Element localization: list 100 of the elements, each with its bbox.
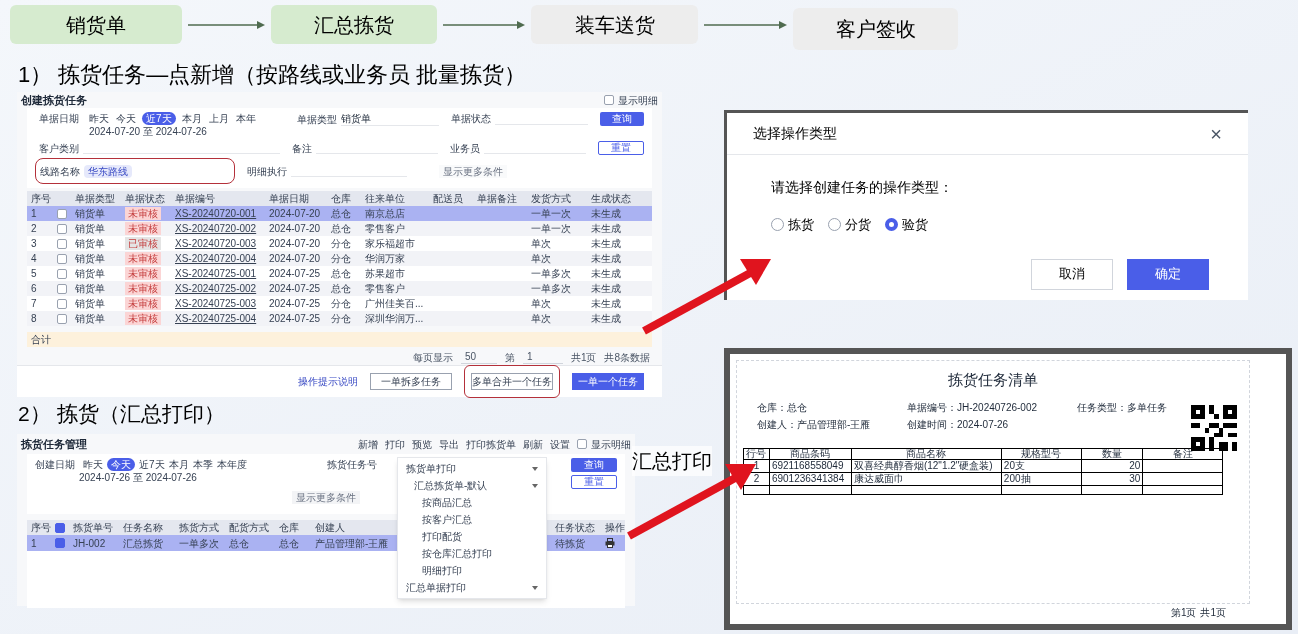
date-range-tab[interactable]: 今天 [107, 458, 135, 471]
checkbox[interactable] [57, 298, 67, 309]
radio-button[interactable] [885, 218, 898, 232]
table-row[interactable]: 4 销货单 未审核 XS-20240720-004 2024-07-20 分仓 华润万家 单次 未生成 [27, 251, 652, 266]
dialog-prompt: 请选择创建任务的操作类型： [770, 178, 954, 197]
column-header: 配货方式 [228, 521, 270, 534]
status-tag: 未审核 [125, 222, 161, 235]
document-link[interactable]: XS-20240725-004 [175, 312, 257, 325]
date-range-tab[interactable]: 本年 [234, 112, 257, 125]
help-link[interactable]: 操作提示说明 [298, 375, 358, 388]
pagination-label: 共1页 [570, 350, 597, 364]
task-button[interactable]: 多单合并一个任务 [471, 373, 553, 390]
checkbox[interactable] [57, 283, 67, 294]
radio-option[interactable]: 分货 [828, 215, 871, 235]
more-conditions-link[interactable]: 显示更多条件 [292, 491, 360, 504]
checkbox[interactable] [57, 208, 67, 219]
toolbar-button[interactable]: 刷新 [523, 437, 543, 451]
document-link[interactable]: XS-20240720-004 [175, 252, 257, 265]
menu-item[interactable]: 按客户汇总 [398, 511, 546, 528]
date-range-tab[interactable]: 本季 [192, 458, 213, 471]
date-range-tab[interactable]: 昨天 [88, 112, 110, 125]
date-range-tab[interactable]: 上月 [207, 112, 230, 125]
page-input[interactable]: 1 [522, 350, 563, 364]
radio-option[interactable]: 拣货 [771, 215, 814, 235]
toolbar-button[interactable]: 打印拣货单 [466, 437, 516, 451]
menu-item[interactable]: 按商品汇总 [398, 494, 546, 511]
checkbox[interactable] [57, 223, 67, 234]
confirm-button[interactable]: 确定 [1127, 258, 1209, 290]
radio-button[interactable] [828, 218, 841, 232]
document-field: 创建人：产品管理部-王雁 [757, 416, 907, 432]
checkbox-label: 显示明细 [618, 93, 658, 107]
more-conditions-link[interactable]: 显示更多条件 [439, 164, 507, 178]
column-header: 生成状态 [590, 192, 632, 205]
toolbar-button[interactable]: 设置 [550, 437, 570, 451]
date-range-tab[interactable]: 今天 [115, 112, 137, 125]
table-cell: 200抽 [1003, 472, 1031, 484]
checkbox[interactable] [577, 439, 587, 449]
column-header: 序号 [30, 521, 51, 534]
table-cell: 零售客户 [365, 282, 405, 295]
table-cell: 20支 [1003, 459, 1025, 471]
toolbar-button[interactable]: 新增 [358, 437, 378, 451]
reset-button[interactable]: 重置 [571, 475, 617, 489]
checkbox[interactable] [57, 238, 67, 249]
table-row[interactable]: 1 销货单 未审核 XS-20240720-001 2024-07-20 总仓 南京总店 一单一次 未生成 [27, 206, 652, 221]
date-range-tab[interactable]: 本月 [180, 112, 203, 125]
menu-item[interactable]: 汇总单据打印 [398, 579, 546, 596]
flow-step: 销货单 [10, 5, 182, 44]
document-link[interactable]: XS-20240725-001 [175, 267, 257, 280]
query-button[interactable]: 查询 [571, 458, 617, 472]
menu-item[interactable]: 汇总拣货单-默认 [398, 477, 546, 494]
reset-button[interactable]: 重置 [598, 141, 644, 155]
date-range-tab[interactable]: 近7天 [142, 112, 176, 125]
radio-option[interactable]: 验货 [885, 215, 928, 235]
toolbar-button[interactable]: 打印 [385, 437, 405, 451]
menu-item[interactable]: 拣货单打印 [398, 460, 546, 477]
task-button[interactable]: 一单拆多任务 [370, 373, 452, 390]
radio-button[interactable] [771, 218, 784, 232]
document-link[interactable]: XS-20240720-003 [175, 237, 257, 250]
status-tag: 已审核 [125, 237, 161, 250]
page-number: 第1页 [1170, 606, 1197, 620]
select-field[interactable]: 销货单 [341, 112, 440, 126]
table-cell: 未生成 [591, 222, 621, 235]
page-size-select[interactable]: 50 [460, 350, 497, 364]
table-row[interactable]: 5 销货单 未审核 XS-20240725-001 2024-07-25 总仓 苏果超市 一单多次 未生成 [27, 266, 652, 281]
column-header: 单据日期 [268, 192, 310, 205]
checkbox-label: 显示明细 [591, 437, 631, 451]
table-row[interactable]: 3 销货单 已审核 XS-20240720-003 2024-07-20 分仓 家乐福超市 单次 未生成 [27, 236, 652, 251]
close-icon[interactable]: × [1210, 118, 1222, 149]
checkbox[interactable] [55, 538, 65, 548]
menu-item[interactable]: 明细打印 [398, 562, 546, 579]
table-cell: 一单多次 [531, 267, 571, 280]
table-row[interactable]: 8 销货单 未审核 XS-20240725-004 2024-07-25 分仓 深圳华润万... 单次 未生成 [27, 311, 652, 326]
checkbox[interactable] [57, 253, 67, 264]
cancel-button[interactable]: 取消 [1031, 258, 1113, 290]
query-button[interactable]: 查询 [600, 112, 644, 126]
route-tag[interactable]: 华东路线 [84, 164, 132, 178]
table-cell: 单次 [531, 312, 551, 325]
date-range-tab[interactable]: 本月 [168, 458, 189, 471]
date-range-tab[interactable]: 本年度 [216, 458, 247, 471]
checkbox[interactable] [57, 313, 67, 324]
date-range-value: 2024-07-26 至 2024-07-26 [79, 471, 198, 484]
table-row[interactable]: 7 销货单 未审核 XS-20240725-003 2024-07-25 分仓 广州佳美百... 单次 未生成 [27, 296, 652, 311]
checkbox[interactable] [57, 268, 67, 279]
date-range-tab[interactable]: 近7天 [139, 458, 165, 471]
table-cell: 一单多次 [531, 282, 571, 295]
toolbar-button[interactable]: 导出 [439, 437, 459, 451]
field-label: 业务员 [449, 141, 480, 155]
table-cell: 2 [31, 222, 37, 235]
checkbox[interactable] [604, 95, 614, 105]
document-link[interactable]: XS-20240725-003 [175, 297, 257, 310]
document-link[interactable]: XS-20240725-002 [175, 282, 257, 295]
toolbar-button[interactable]: 预览 [412, 437, 432, 451]
document-link[interactable]: XS-20240720-001 [175, 207, 257, 220]
date-range-tab[interactable]: 昨天 [83, 458, 103, 471]
checkbox[interactable] [55, 522, 65, 533]
table-row[interactable]: 2 销货单 未审核 XS-20240720-002 2024-07-20 总仓 零售客户 一单一次 未生成 [27, 221, 652, 236]
document-link[interactable]: XS-20240720-002 [175, 222, 257, 235]
table-row[interactable]: 6 销货单 未审核 XS-20240725-002 2024-07-25 总仓 零售客户 一单多次 未生成 [27, 281, 652, 296]
printer-icon[interactable] [605, 538, 615, 548]
task-button[interactable]: 一单一个任务 [572, 373, 644, 390]
